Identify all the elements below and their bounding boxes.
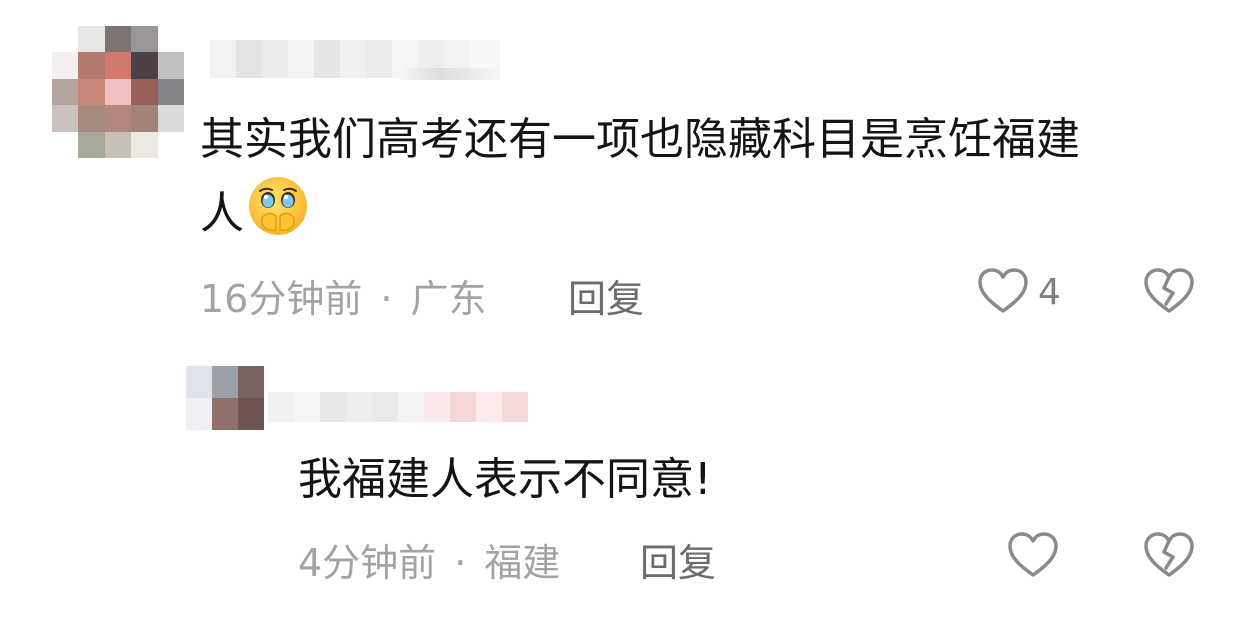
comment-location: 福建: [484, 541, 561, 585]
broken-heart-icon: [1144, 532, 1194, 577]
broken-heart-icon: [1144, 268, 1194, 313]
like-count: 4: [1038, 272, 1061, 313]
comment-location: 广东: [410, 277, 487, 321]
like-button[interactable]: [1006, 530, 1060, 580]
heart-outline-icon: [978, 268, 1028, 313]
username-blurred[interactable]: [268, 392, 528, 422]
meta-separator: ·: [380, 277, 393, 321]
reply-button[interactable]: 回复: [568, 268, 644, 323]
like-button[interactable]: [976, 266, 1030, 316]
avatar[interactable]: [52, 26, 184, 158]
reply-button[interactable]: 回复: [640, 532, 716, 587]
comment-time: 4分钟前: [298, 541, 437, 585]
meta-separator: ·: [454, 541, 467, 585]
comment-text-line-1: 其实我们高考还有一项也隐藏科目是烹饪福建: [200, 114, 1080, 165]
avatar[interactable]: [186, 366, 264, 430]
dislike-button[interactable]: [1142, 266, 1196, 316]
heart-outline-icon: [1008, 532, 1058, 577]
comment-meta: 16分钟前 · 广东: [200, 268, 486, 323]
dislike-button[interactable]: [1142, 530, 1196, 580]
comment-time: 16分钟前: [200, 277, 363, 321]
comment-text: 其实我们高考还有一项也隐藏科目是烹饪福建 人: [200, 106, 1210, 258]
comment-text: 我福建人表示不同意!: [298, 454, 712, 505]
username-blurred-fragment: [400, 68, 500, 80]
comment-meta: 4分钟前 · 福建: [298, 532, 560, 587]
face-holding-back-tears-icon: [246, 174, 310, 258]
comment-text-line-2: 人: [200, 188, 244, 239]
